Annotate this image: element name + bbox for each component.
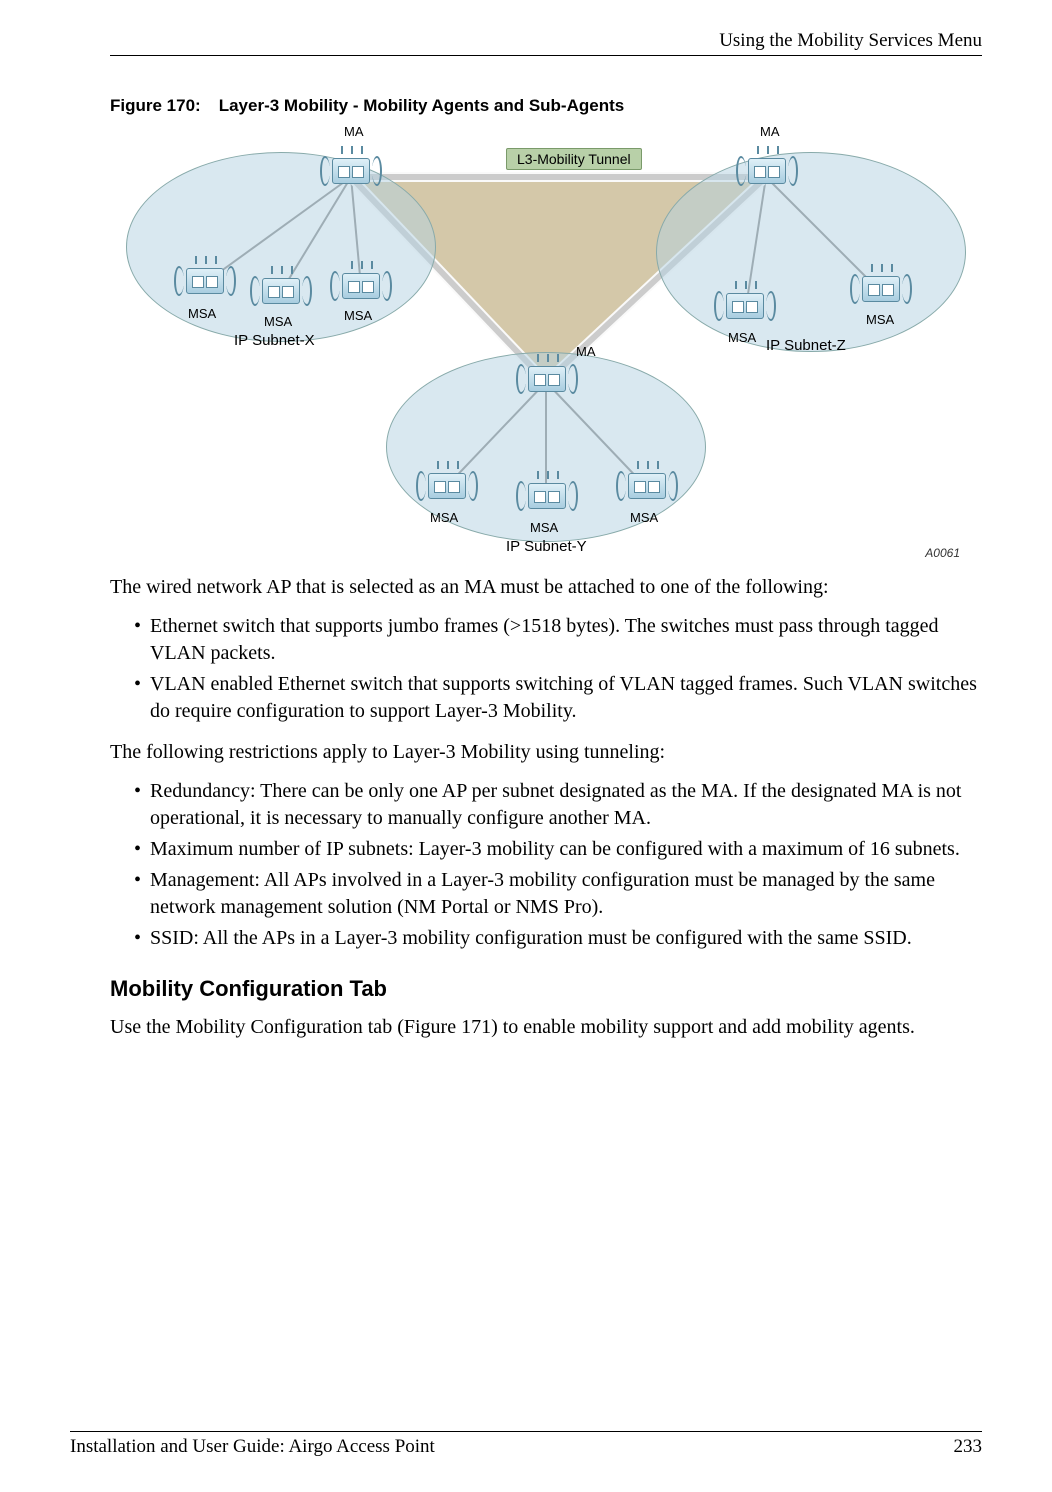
subnet-label: IP Subnet-X [234,332,315,349]
msa-label: MSA [430,510,458,525]
subnet-label: IP Subnet-Z [766,337,846,354]
ma-label: MA [344,124,364,139]
figure-image-id: A0061 [925,546,960,560]
msa-node [254,272,308,312]
msa-label: MSA [344,308,372,323]
list-item: Maximum number of IP subnets: Layer-3 mo… [146,836,982,863]
figure-170-diagram: MA MA MA MSA MSA MSA MSA MSA MSA MSA MSA… [126,122,966,562]
list-item: VLAN enabled Ethernet switch that suppor… [146,671,982,725]
tunnel-label: L3-Mobility Tunnel [506,148,642,170]
ma-label: MA [760,124,780,139]
ma-label: MA [576,344,596,359]
paragraph: The following restrictions apply to Laye… [110,739,982,766]
msa-node [520,477,574,517]
msa-node [334,267,388,307]
ma-node [324,152,378,192]
ma-node [520,360,574,400]
section-heading: Mobility Configuration Tab [110,976,982,1002]
msa-node [854,270,908,310]
page-number: 233 [954,1436,983,1458]
running-header: Using the Mobility Services Menu [110,20,982,56]
list-item: Management: All APs involved in a Layer-… [146,867,982,921]
paragraph: The wired network AP that is selected as… [110,574,982,601]
list-item: Ethernet switch that supports jumbo fram… [146,613,982,667]
msa-node [420,467,474,507]
subnet-z-oval [656,152,966,352]
msa-node [178,262,232,302]
list-item: SSID: All the APs in a Layer-3 mobility … [146,925,982,952]
msa-label: MSA [630,510,658,525]
ma-node [740,152,794,192]
msa-node [620,467,674,507]
msa-node [718,287,772,327]
page-footer: Installation and User Guide: Airgo Acces… [70,1431,982,1458]
bullet-list: Ethernet switch that supports jumbo fram… [110,613,982,725]
msa-label: MSA [866,312,894,327]
msa-label: MSA [188,306,216,321]
paragraph: Use the Mobility Configuration tab (Figu… [110,1014,982,1041]
figure-caption: Figure 170: Layer-3 Mobility - Mobility A… [110,96,982,116]
figure-title: Layer-3 Mobility - Mobility Agents and S… [219,96,625,115]
figure-number: Figure 170: [110,96,201,115]
msa-label: MSA [264,314,292,329]
footer-title: Installation and User Guide: Airgo Acces… [70,1436,435,1458]
msa-label: MSA [728,330,756,345]
bullet-list: Redundancy: There can be only one AP per… [110,778,982,952]
list-item: Redundancy: There can be only one AP per… [146,778,982,832]
msa-label: MSA [530,520,558,535]
subnet-label: IP Subnet-Y [506,538,587,555]
